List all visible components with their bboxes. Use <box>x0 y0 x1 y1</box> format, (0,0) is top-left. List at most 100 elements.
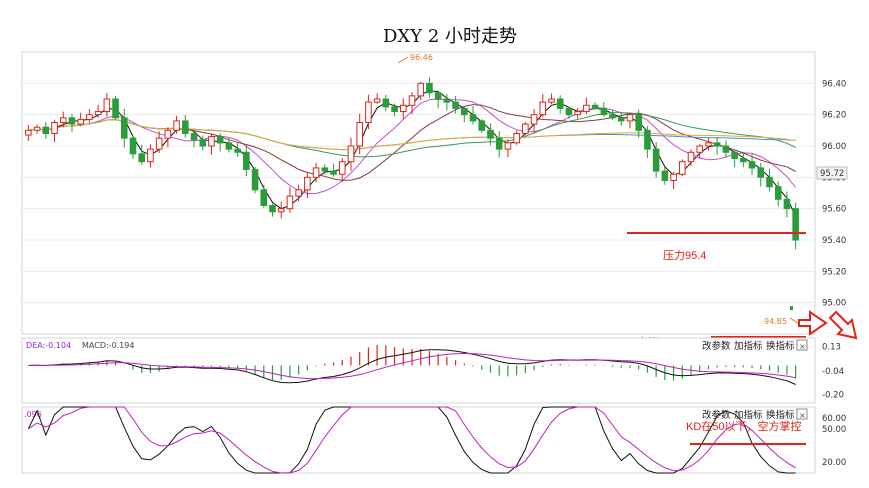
candle-body <box>774 186 782 200</box>
candle-body <box>461 107 468 116</box>
candle-body <box>434 92 442 100</box>
kd-panel-frame <box>21 406 816 474</box>
candle-body <box>338 161 346 175</box>
candle-body <box>120 117 128 139</box>
candle-body <box>399 104 407 113</box>
candle-body <box>42 126 50 134</box>
price-tick-label: 96.20 <box>822 111 846 121</box>
low-marker-label: 94.85 <box>764 317 787 326</box>
candle-body <box>33 126 41 131</box>
candle-body <box>583 104 590 113</box>
candle-body <box>522 123 529 134</box>
kd-tick-label: 50.00 <box>822 425 846 435</box>
candle-body <box>644 129 651 150</box>
kd-tick-label: 20.00 <box>822 458 846 468</box>
kd-close-icon: × <box>799 411 806 420</box>
price-tick-label: 95.00 <box>822 299 846 309</box>
price-tick-label: 95.40 <box>822 236 846 246</box>
candle-body <box>609 114 616 119</box>
price-panel: 96.4096.2096.0095.8095.6095.4095.2095.00… <box>21 51 858 349</box>
candle-body <box>304 176 311 191</box>
candle-body <box>687 151 695 163</box>
candle-body <box>591 104 599 109</box>
candle-body <box>103 98 111 113</box>
kd-swap-indicator-button[interactable]: 换指标 <box>766 409 795 421</box>
resistance-label: 压力95.4 <box>663 249 706 262</box>
candle-body <box>487 129 494 139</box>
candle-body <box>330 170 337 175</box>
price-tick-label: 95.20 <box>822 267 846 277</box>
candle-body <box>243 151 250 170</box>
candle-body <box>391 106 398 113</box>
last-price-label: 95.72 <box>820 169 844 179</box>
price-tick-label: 96.40 <box>822 79 846 89</box>
price-tick-label: 95.60 <box>822 205 846 215</box>
candle-body <box>225 142 233 150</box>
candle-body <box>251 169 259 191</box>
candle-body <box>59 117 67 124</box>
candle-body <box>530 114 538 125</box>
candle-body <box>617 117 625 122</box>
candle-body <box>182 120 189 134</box>
candle-body <box>731 151 738 160</box>
candle-body <box>670 173 677 181</box>
macd-tick-label: 0.13 <box>822 343 841 353</box>
kd-add-indicator-button[interactable]: 加指标 <box>734 409 763 421</box>
candle-body <box>705 142 712 147</box>
candle-body <box>25 129 32 136</box>
candle-body <box>495 137 503 150</box>
candle-body <box>155 137 163 150</box>
candle-body <box>129 137 137 155</box>
macd-swap-indicator-button[interactable]: 换指标 <box>766 340 795 352</box>
candle-body <box>574 111 581 116</box>
candle-body <box>626 114 634 122</box>
candle-body <box>408 95 416 106</box>
candle-body <box>94 111 102 116</box>
candle-body <box>51 122 58 134</box>
macd-axis-ticks: 0.13 -0.04 -0.20 <box>822 343 844 401</box>
candle-body <box>661 170 669 181</box>
candle-body <box>740 158 747 163</box>
candle-body <box>792 208 799 241</box>
candle-body <box>68 117 76 125</box>
kd-annotation: KD在50以下，空方掌控 <box>686 419 802 433</box>
price-axis-ticks: 96.4096.2096.0095.8095.6095.4095.2095.00 <box>822 79 846 308</box>
candle-body <box>652 148 660 172</box>
candle-body <box>260 189 268 207</box>
dxy-chart: DXY 2 小时走势 96.4096.2096.0095.8095.6095.4… <box>21 26 858 474</box>
macd-tick-label: -0.04 <box>822 367 844 377</box>
candle-body <box>757 167 765 178</box>
candle-body <box>373 98 381 103</box>
macd-add-indicator-button[interactable]: 加指标 <box>734 340 763 352</box>
candle-body <box>452 101 459 109</box>
candle-body <box>356 122 363 147</box>
kd-axis-ticks: 60.0050.00 20.00 <box>822 414 846 468</box>
candle-body <box>86 114 93 120</box>
kd-tick-label: 60.00 <box>822 414 846 424</box>
candle-body <box>164 129 172 139</box>
candle-body <box>635 114 642 131</box>
kd-params-button[interactable]: 改参数 <box>702 409 731 421</box>
macd-params-button[interactable]: 改参数 <box>702 340 731 352</box>
candle-body <box>679 161 686 175</box>
candle-body <box>77 118 84 125</box>
candle-body <box>199 139 207 147</box>
candle-body <box>112 98 119 119</box>
macd-close-icon: × <box>799 342 806 351</box>
candle-body <box>295 189 302 197</box>
candle-body <box>722 145 730 153</box>
candle-body <box>443 98 451 103</box>
candle-body <box>600 107 608 116</box>
candle-body <box>216 136 224 144</box>
candle-body <box>548 98 555 103</box>
candle-body <box>748 161 756 169</box>
macd-tick-label: -0.20 <box>822 390 844 400</box>
candle-body <box>478 120 486 131</box>
candle-body <box>138 153 145 163</box>
candle-body <box>190 132 198 141</box>
candle-body <box>417 82 425 97</box>
macd-panel: DEA:-0.104 MACD:-0.194 0.13 -0.04 -0.20 改参… <box>21 337 844 404</box>
candle-body <box>173 120 180 131</box>
kd-panel: .096 60.0050.0020.00 改参数 加指标 换指标 × KD在50… <box>21 406 846 474</box>
chart-title: DXY 2 小时走势 <box>383 26 517 47</box>
